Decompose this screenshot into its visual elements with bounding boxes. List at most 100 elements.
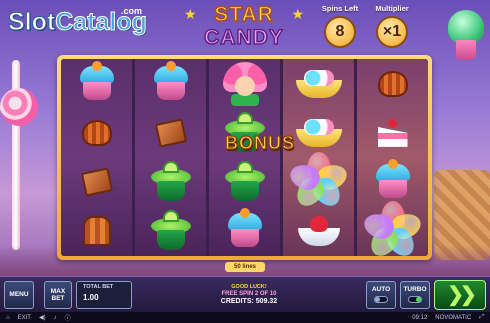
strawberry-bowl-icon <box>297 216 340 247</box>
multiplier-counter: Multiplier ×1 <box>370 4 414 48</box>
credits-text: CREDITS: 509.32 <box>220 298 278 305</box>
multiplier-label: Multiplier <box>375 4 409 13</box>
symbol-girl <box>220 61 270 106</box>
title-line-candy: CANDY <box>186 25 302 50</box>
cherry-icon <box>387 159 398 170</box>
lines-label: 50 lines <box>225 262 265 272</box>
reel-area <box>61 59 428 256</box>
reel-1 <box>61 59 132 256</box>
max-bet-label: MAX BET <box>50 287 66 302</box>
reel-4 <box>283 59 354 256</box>
candy-decoration <box>448 10 484 44</box>
logo-suffix: .com <box>121 6 143 16</box>
star-icon: ★ <box>291 6 304 22</box>
auto-button[interactable]: AUTO <box>366 280 396 309</box>
symbol-choco-square <box>72 161 122 203</box>
choco-square-icon <box>80 167 113 197</box>
slotcatalog-logo: Slot Catalog .com <box>7 6 147 38</box>
cupcake-green-icon <box>150 161 191 202</box>
reel-frame <box>57 55 432 260</box>
symbol-cupcake-blue <box>220 208 270 252</box>
choco-bell-icon <box>82 216 111 247</box>
symbol-bonus <box>287 152 350 212</box>
turbo-button[interactable]: TURBO <box>400 280 430 309</box>
cherry-icon <box>239 208 250 219</box>
cupcake-green-icon <box>150 210 191 251</box>
spins-left-label: Spins Left <box>321 4 359 13</box>
cupcake-green-icon <box>224 161 265 202</box>
symbol-bonus <box>361 201 424 256</box>
sound-icon[interactable]: ◀) <box>39 314 46 321</box>
symbol-choco-square <box>146 112 196 154</box>
spins-left-counter: Spins Left 8 <box>318 4 362 48</box>
good-luck-text: GOOD LUCK! <box>231 284 267 290</box>
banana-split-icon <box>295 69 342 98</box>
total-bet-value: 1.00 <box>83 292 99 302</box>
lime-slice-icon <box>162 210 179 223</box>
home-icon[interactable]: ⌂ <box>6 315 10 321</box>
bonus-flower-icon <box>287 152 350 212</box>
lollipop-decoration <box>0 88 38 126</box>
auto-label: AUTO <box>371 286 391 293</box>
reel-2 <box>135 59 206 256</box>
star-icon: ★ <box>184 6 197 22</box>
dress-icon <box>230 93 259 106</box>
total-bet-label: TOTAL BET <box>83 283 114 290</box>
menu-button-label: MENU <box>9 291 29 298</box>
bonus-flower-icon <box>361 201 424 256</box>
exit-label[interactable]: EXIT <box>18 315 31 321</box>
status-panel: GOOD LUCK! FREE SPIN 2 OF 10 CREDITS: 50… <box>136 281 362 309</box>
symbol-cupcake-blue <box>72 60 122 105</box>
symbol-cupcake-blue <box>146 60 196 105</box>
brand-label: NOVOMATIC <box>435 314 472 321</box>
spin-button[interactable]: ❯❯ <box>434 279 486 310</box>
logo-word-slot: Slot <box>7 8 56 37</box>
choco-square-icon <box>154 118 187 148</box>
symbol-banana-split <box>294 112 344 154</box>
cupcake-blue-icon <box>374 159 412 200</box>
info-strip: ⌂ EXIT ◀) ♪ ⓘ 09:12 NOVOMATIC ⤢ <box>0 312 490 323</box>
cup-decoration <box>456 40 476 60</box>
music-icon[interactable]: ♪ <box>54 315 57 321</box>
info-icon[interactable]: ⓘ <box>65 313 71 322</box>
symbol-strawberry-bowl <box>294 210 344 252</box>
cupcake-blue-icon <box>78 60 116 102</box>
symbol-cupcake-green <box>146 161 196 203</box>
spins-left-value: 8 <box>324 16 356 48</box>
multiplier-value: ×1 <box>376 16 408 48</box>
spin-arrows-icon: ❯❯ <box>447 284 476 306</box>
cherry-icon <box>91 60 102 71</box>
symbol-choco-shell <box>72 112 122 154</box>
symbol-choco-bell <box>72 210 122 252</box>
cupcake-blue-icon <box>152 60 190 102</box>
choco-shell-icon <box>81 119 112 146</box>
lime-slice-icon <box>162 161 179 174</box>
symbol-banana-split <box>294 63 344 105</box>
title-line-star: STAR <box>213 3 274 27</box>
turbo-toggle[interactable] <box>408 296 422 303</box>
banana-split-icon <box>295 118 342 147</box>
symbol-cake-slice <box>368 112 418 154</box>
reel-3 <box>209 59 280 256</box>
reel-5 <box>357 59 428 256</box>
cupcake-blue-icon <box>226 208 264 249</box>
game-title-logo: ★ ★ STAR CANDY <box>184 3 304 52</box>
auto-toggle[interactable] <box>374 296 388 303</box>
choco-shell-icon <box>377 70 408 97</box>
turbo-label: TURBO <box>403 286 427 293</box>
symbol-cupcake-green <box>220 161 270 203</box>
symbol-cupcake-green <box>146 210 196 252</box>
control-bar: MENU MAX BET TOTAL BET 1.00 GOOD LUCK! F… <box>0 276 490 312</box>
cherry-icon <box>165 60 176 71</box>
fullscreen-icon[interactable]: ⤢ <box>479 314 484 321</box>
max-bet-button[interactable]: MAX BET <box>44 280 72 309</box>
girl-icon <box>222 61 267 106</box>
symbol-cupcake-blue <box>368 159 418 203</box>
lime-slice-icon <box>236 161 253 174</box>
menu-button[interactable]: MENU <box>4 280 34 309</box>
free-spin-text: FREE SPIN 2 OF 10 <box>221 291 277 297</box>
total-bet-box[interactable]: TOTAL BET 1.00 <box>76 280 132 309</box>
clock-time: 09:12 <box>412 314 428 321</box>
lime-slice-icon <box>236 111 253 124</box>
cake-slice-icon <box>378 118 408 147</box>
